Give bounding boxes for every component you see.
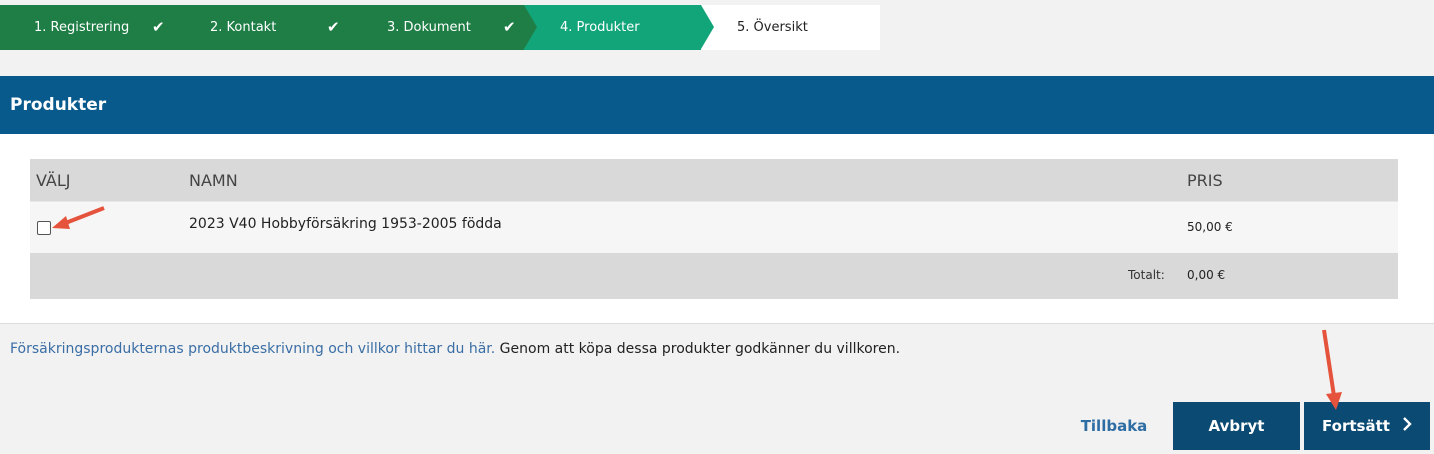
back-button-label: Tillbaka — [1080, 417, 1148, 435]
step-label: 2. Kontakt — [210, 20, 277, 35]
step-label: 3. Dokument — [387, 20, 471, 35]
back-button[interactable]: Tillbaka — [1074, 402, 1154, 450]
checkmark-icon: ✔ — [503, 18, 516, 36]
products-panel: VÄLJ NAMN PRIS 2023 V40 Hobbyförsäkring … — [0, 134, 1434, 324]
step-label: 4. Produkter — [560, 20, 640, 35]
cancel-button-label: Avbryt — [1208, 417, 1265, 435]
column-header-name: NAMN — [189, 170, 238, 190]
product-price: 50,00 € — [1187, 220, 1233, 234]
progress-stepper: 1. Registrering ✔ 2. Kontakt ✔ 3. Dokume… — [0, 5, 880, 50]
table-header: VÄLJ NAMN PRIS — [30, 159, 1398, 201]
product-name: 2023 V40 Hobbyförsäkring 1953-2005 födda — [189, 216, 502, 232]
terms-link[interactable]: Försäkringsprodukternas produktbeskrivni… — [10, 341, 495, 357]
table-row: 2023 V40 Hobbyförsäkring 1953-2005 födda… — [30, 201, 1398, 253]
cancel-button[interactable]: Avbryt — [1173, 402, 1300, 450]
step-label: 5. Översikt — [737, 20, 808, 35]
chevron-right-icon — [1402, 417, 1412, 435]
step-arrow-shape — [524, 5, 537, 49]
step-oversikt: 5. Översikt — [701, 5, 880, 50]
terms-text: Genom att köpa dessa produkter godkänner… — [495, 341, 901, 357]
total-row: Totalt: 0,00 € — [30, 253, 1398, 299]
step-arrow-shape — [176, 5, 189, 49]
panel-title: Produkter — [10, 95, 107, 115]
total-value: 0,00 € — [1187, 268, 1226, 282]
step-kontakt[interactable]: 2. Kontakt ✔ — [176, 5, 366, 50]
product-select-checkbox[interactable] — [37, 221, 51, 235]
step-dokument[interactable]: 3. Dokument ✔ — [353, 5, 537, 50]
panel-header: Produkter — [0, 76, 1434, 134]
column-header-price: PRIS — [1187, 170, 1223, 190]
step-produkter[interactable]: 4. Produkter — [524, 5, 714, 50]
column-header-select: VÄLJ — [36, 170, 71, 190]
terms-note: Försäkringsprodukternas produktbeskrivni… — [10, 341, 900, 357]
step-arrow-shape — [701, 5, 714, 49]
annotation-arrow-continue — [1322, 329, 1342, 410]
products-table: VÄLJ NAMN PRIS 2023 V40 Hobbyförsäkring … — [30, 159, 1398, 299]
continue-button[interactable]: Fortsätt — [1304, 402, 1430, 450]
total-label: Totalt: — [1128, 268, 1165, 282]
step-arrow-shape — [353, 5, 366, 49]
step-registrering[interactable]: 1. Registrering ✔ — [0, 5, 189, 50]
checkmark-icon: ✔ — [152, 18, 165, 36]
continue-button-label: Fortsätt — [1322, 417, 1390, 435]
checkmark-icon: ✔ — [327, 18, 340, 36]
step-label: 1. Registrering — [34, 20, 130, 35]
